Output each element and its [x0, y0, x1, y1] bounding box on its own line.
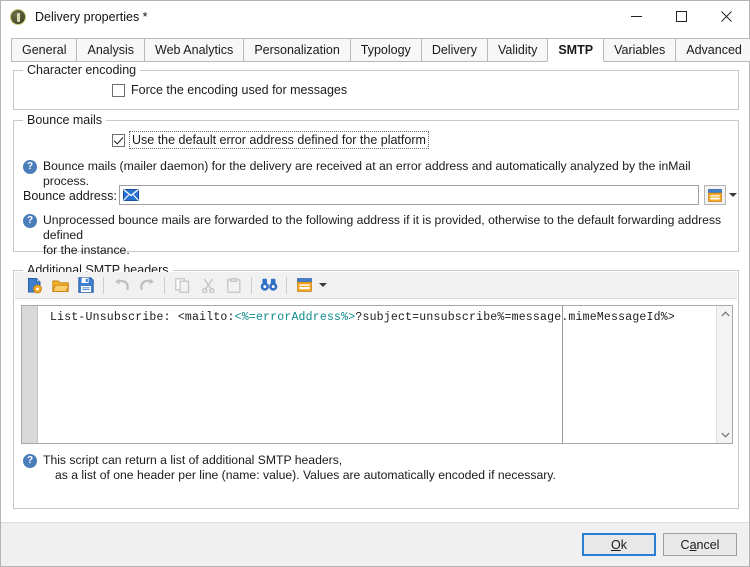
bounce-mails-group: Bounce mails Use the default error addre…: [13, 113, 739, 257]
editor-vertical-scrollbar[interactable]: [716, 306, 732, 443]
use-default-error-address-checkbox[interactable]: [112, 133, 125, 147]
editor-code-area[interactable]: List-Unsubscribe: <mailto:<%=errorAddres…: [38, 306, 716, 443]
code-suffix: >: [667, 311, 675, 324]
window-picker-icon: [708, 188, 722, 202]
bounce-address-label: Bounce address:: [23, 189, 117, 203]
insert-field-dropdown-arrow[interactable]: [317, 273, 329, 297]
maximize-button[interactable]: [659, 1, 704, 32]
copy-button[interactable]: [169, 273, 195, 297]
editor-gutter: [22, 306, 38, 443]
tab-general[interactable]: General: [11, 38, 78, 62]
use-default-error-address-row[interactable]: Use the default error address defined fo…: [112, 131, 429, 149]
copy-icon: [174, 277, 189, 293]
editor-margin-ruler: [562, 306, 563, 443]
find-button[interactable]: [256, 273, 282, 297]
tab-smtp[interactable]: SMTP: [547, 38, 605, 62]
app-icon: [10, 8, 26, 25]
bounce-info-2-text: Unprocessed bounce mails are forwarded t…: [43, 213, 729, 258]
redo-button[interactable]: [134, 273, 160, 297]
smtp-tab-panel: Character encoding Force the encoding us…: [1, 62, 749, 566]
smtp-headers-help: ? This script can return a list of addit…: [23, 453, 556, 483]
bounce-address-picker-button[interactable]: [704, 185, 726, 205]
tab-personalization[interactable]: Personalization: [243, 38, 351, 62]
toolbar-separator: [286, 276, 287, 294]
insert-field-button[interactable]: [291, 273, 317, 297]
code-prefix: List-Unsubscribe: <mailto:: [50, 311, 235, 324]
character-encoding-legend: Character encoding: [23, 63, 141, 77]
cut-button[interactable]: [195, 273, 221, 297]
help-line-2: as a list of one header per line (name: …: [55, 468, 556, 482]
insert-field-icon: [296, 278, 312, 292]
bounce-address-input[interactable]: [119, 185, 699, 205]
code-middle: ?subject=unsubscribe: [355, 311, 498, 324]
toolbar-separator: [103, 276, 104, 294]
title-bar: Delivery properties *: [1, 1, 749, 32]
cancel-accel: a: [689, 537, 697, 552]
code-variable-mime-message-id: %=message.mimeMessageId%: [497, 311, 668, 324]
window-title: Delivery properties *: [35, 9, 148, 24]
tab-variables[interactable]: Variables: [603, 38, 677, 62]
open-folder-icon: [51, 280, 69, 292]
undo-button[interactable]: [108, 273, 134, 297]
bounce-info-2: ? Unprocessed bounce mails are forwarded…: [23, 213, 729, 258]
tab-strip: General Analysis Web Analytics Personali…: [1, 38, 750, 62]
additional-smtp-headers-group: Additional SMTP headers List-Unsubscribe…: [13, 263, 739, 509]
tab-validity[interactable]: Validity: [486, 38, 549, 62]
scroll-up-arrow-icon[interactable]: [717, 306, 732, 322]
envelope-icon: [123, 189, 139, 201]
undo-icon: [114, 278, 129, 291]
chevron-down-icon: [729, 193, 737, 197]
force-encoding-label: Force the encoding used for messages: [131, 83, 348, 97]
window-controls: [614, 1, 749, 32]
bounce-info-2-line1: Unprocessed bounce mails are forwarded t…: [43, 213, 722, 242]
code-line: List-Unsubscribe: <mailto:<%=errorAddres…: [50, 311, 675, 324]
ok-suffix: k: [620, 537, 627, 552]
force-encoding-checkbox-row[interactable]: Force the encoding used for messages: [112, 83, 347, 97]
save-icon: [78, 277, 94, 293]
paste-icon: [227, 277, 241, 293]
info-icon: ?: [23, 214, 37, 228]
new-icon: [27, 277, 42, 293]
minimize-button[interactable]: [614, 1, 659, 32]
code-variable-error-address: <%=errorAddress%>: [234, 311, 356, 324]
editor-toolbar: [15, 272, 737, 299]
ok-button[interactable]: Ok: [582, 533, 656, 556]
character-encoding-group: Character encoding Force the encoding us…: [13, 63, 739, 110]
cancel-suffix: ncel: [696, 537, 720, 552]
tab-analysis[interactable]: Analysis: [76, 38, 146, 62]
find-icon: [260, 278, 278, 291]
bounce-address-dropdown-arrow[interactable]: [727, 185, 739, 205]
tab-typology[interactable]: Typology: [349, 38, 422, 62]
delivery-properties-dialog: Delivery properties * General Analysis W…: [0, 0, 750, 567]
tab-advanced[interactable]: Advanced: [675, 38, 750, 62]
toolbar-separator: [164, 276, 165, 294]
cut-icon: [201, 278, 215, 293]
redo-icon: [139, 278, 154, 291]
cancel-button[interactable]: Ca ncel: [663, 533, 737, 556]
info-icon: ?: [23, 160, 37, 174]
toolbar-separator: [251, 276, 252, 294]
scroll-down-arrow-icon[interactable]: [717, 427, 732, 443]
new-button[interactable]: [21, 273, 47, 297]
use-default-error-address-label: Use the default error address defined fo…: [129, 131, 429, 149]
cancel-prefix: C: [680, 537, 690, 552]
ok-accel: O: [611, 537, 621, 552]
open-button[interactable]: [47, 273, 73, 297]
dialog-footer: Ok Ca ncel: [1, 522, 749, 566]
smtp-headers-editor[interactable]: List-Unsubscribe: <mailto:<%=errorAddres…: [21, 305, 733, 444]
bounce-mails-legend: Bounce mails: [23, 113, 107, 127]
tab-delivery[interactable]: Delivery: [420, 38, 488, 62]
help-line-1: This script can return a list of additio…: [43, 453, 343, 467]
chevron-down-icon: [319, 283, 327, 287]
save-button[interactable]: [73, 273, 99, 297]
info-icon: ?: [23, 454, 37, 468]
smtp-headers-help-text: This script can return a list of additio…: [43, 453, 556, 483]
paste-button[interactable]: [221, 273, 247, 297]
bounce-info-2-line2: for the instance.: [43, 243, 130, 257]
close-button[interactable]: [704, 1, 749, 32]
force-encoding-checkbox[interactable]: [112, 83, 125, 97]
tab-web-analytics[interactable]: Web Analytics: [144, 38, 245, 62]
